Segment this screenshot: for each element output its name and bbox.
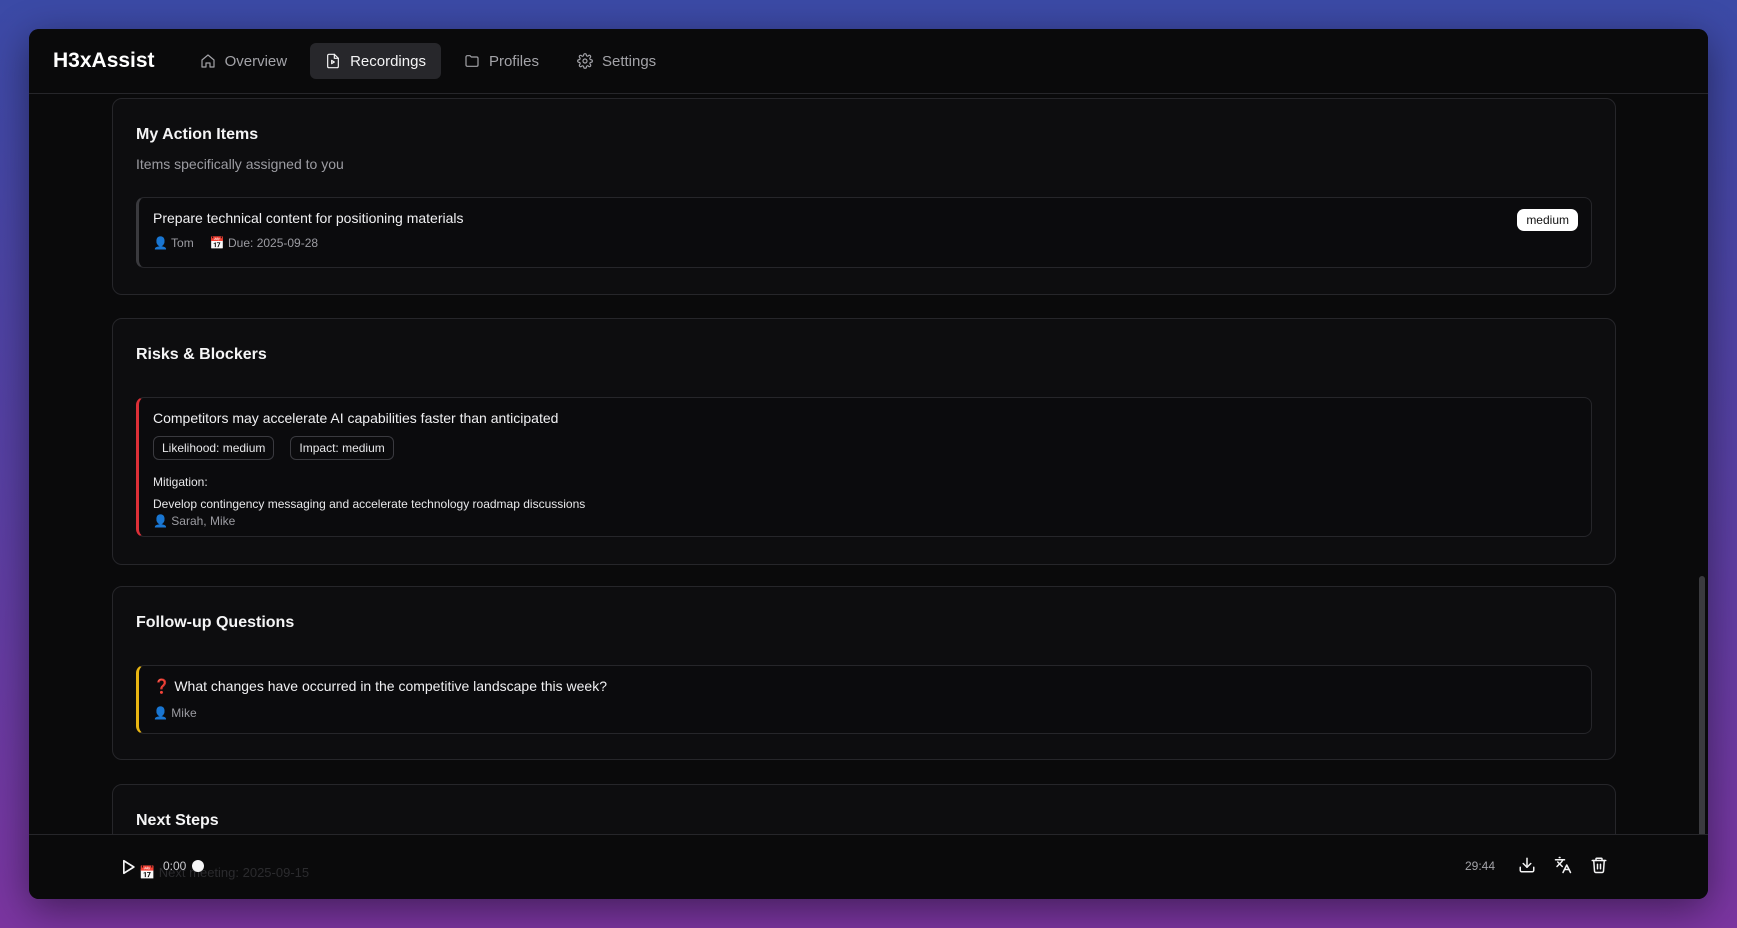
likelihood-badge: Likelihood: medium — [153, 436, 275, 460]
action-item-meta: 👤 Tom 📅 Due: 2025-09-28 — [153, 236, 1577, 250]
nav-recordings[interactable]: Recordings — [310, 43, 441, 79]
delete-button[interactable] — [1590, 856, 1610, 876]
mitigation-label: Mitigation: — [153, 475, 208, 489]
trash-icon — [1591, 857, 1607, 874]
next-steps-title: Next Steps — [136, 812, 219, 829]
impact-badge: Impact: medium — [290, 436, 394, 460]
action-item-assignee: 👤 Tom — [153, 236, 194, 250]
translate-icon — [1554, 856, 1572, 874]
action-item[interactable]: Prepare technical content for positionin… — [136, 197, 1592, 268]
action-item-title: Prepare technical content for positionin… — [153, 210, 464, 226]
gear-icon — [577, 53, 593, 69]
download-button[interactable] — [1518, 856, 1538, 876]
action-items-title: My Action Items — [136, 126, 259, 143]
priority-badge: medium — [1517, 209, 1578, 231]
followup-title: Follow-up Questions — [136, 614, 295, 631]
nav-overview[interactable]: Overview — [185, 43, 303, 79]
translate-button[interactable] — [1554, 856, 1574, 876]
nav-recordings-label: Recordings — [350, 52, 426, 70]
followup-question: ❓ What changes have occurred in the comp… — [153, 678, 608, 694]
risk-owners: 👤 Sarah, Mike — [153, 514, 236, 528]
followup-item[interactable]: ❓ What changes have occurred in the comp… — [136, 665, 1592, 734]
mitigation-text: Develop contingency messaging and accele… — [153, 497, 586, 511]
main-nav: Overview Recordings Profiles Settings — [185, 43, 672, 79]
nav-overview-label: Overview — [224, 52, 288, 70]
followup-owner: 👤 Mike — [153, 706, 197, 720]
seek-slider-handle[interactable] — [192, 860, 204, 872]
total-duration: 29:44 — [1465, 859, 1496, 873]
home-icon — [200, 54, 215, 68]
scrollbar[interactable] — [1698, 94, 1706, 859]
scrollbar-thumb[interactable] — [1699, 576, 1705, 859]
audio-player-bar: 📅 Next meeting: 2025-09-15 0:00 29:44 — [29, 834, 1708, 899]
download-icon — [1519, 857, 1535, 873]
action-items-description: Items specifically assigned to you — [136, 156, 344, 172]
app-window: H3xAssist Overview Recordings Profiles S… — [29, 29, 1708, 899]
top-navigation-bar: H3xAssist Overview Recordings Profiles S… — [29, 29, 1708, 94]
next-steps-card: Next Steps — [112, 784, 1616, 835]
play-icon — [123, 859, 135, 875]
file-audio-icon — [327, 53, 340, 69]
risks-title: Risks & Blockers — [136, 346, 267, 363]
nav-settings[interactable]: Settings — [562, 43, 671, 79]
nav-settings-label: Settings — [601, 52, 657, 70]
nav-profiles-label: Profiles — [488, 52, 539, 70]
recording-detail-content[interactable]: My Action Items Items specifically assig… — [29, 94, 1698, 835]
risk-chips: Likelihood: medium Impact: medium — [153, 436, 1577, 460]
risk-item-title: Competitors may accelerate AI capabiliti… — [153, 410, 559, 426]
risk-item[interactable]: Competitors may accelerate AI capabiliti… — [136, 397, 1592, 537]
action-items-card: My Action Items Items specifically assig… — [112, 98, 1616, 295]
current-time: 0:00 — [163, 859, 187, 873]
play-button[interactable] — [118, 857, 138, 877]
folder-icon — [465, 55, 479, 67]
app-brand: H3xAssist — [53, 49, 155, 72]
nav-profiles[interactable]: Profiles — [449, 43, 554, 79]
risks-card: Risks & Blockers Competitors may acceler… — [112, 318, 1616, 565]
followup-card: Follow-up Questions ❓ What changes have … — [112, 586, 1616, 760]
action-item-due-date: 📅 Due: 2025-09-28 — [209, 236, 319, 250]
